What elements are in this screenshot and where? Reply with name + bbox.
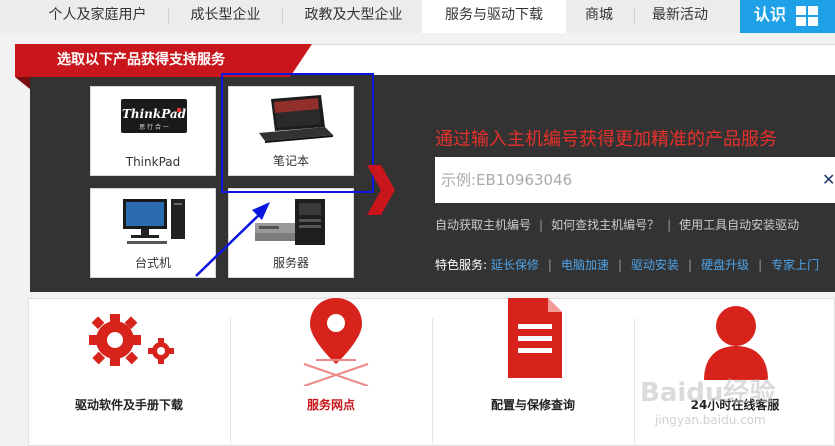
feature-driver-install[interactable]: 驱动安装 bbox=[631, 258, 679, 272]
gears-icon[interactable] bbox=[82, 300, 182, 370]
product-card-thinkpad[interactable]: ThinkPad 思 行 合 一 ThinkPad bbox=[90, 86, 216, 176]
product-card-server[interactable]: 服务器 bbox=[228, 188, 354, 278]
chevron-right-icon bbox=[367, 165, 395, 215]
top-navigation: 个人及家庭用户 成长型企业 政教及大型企业 服务与驱动下载 商城 最新活动 认识 bbox=[0, 0, 835, 33]
windows-icon bbox=[796, 6, 818, 26]
highlight-box bbox=[221, 73, 374, 193]
support-tab-title: 选取以下产品获得支持服务 bbox=[57, 52, 225, 68]
nav-item-enterprise[interactable]: 政教及大型企业 bbox=[286, 0, 421, 33]
nav-divider bbox=[282, 8, 283, 24]
nav-renzheng-label: 认识 bbox=[754, 5, 787, 24]
product-card-label: 台式机 bbox=[134, 256, 171, 270]
product-card-label: ThinkPad bbox=[125, 155, 181, 169]
feature-services: 特色服务: 延长保修 | 电脑加速 | 驱动安装 | 硬盘升级 | 专家上门 bbox=[435, 256, 819, 273]
link-auto-get-serial[interactable]: 自动获取主机编号 bbox=[435, 218, 531, 232]
service-divider bbox=[432, 318, 433, 446]
document-icon[interactable] bbox=[500, 298, 570, 378]
product-card-desktop[interactable]: 台式机 bbox=[90, 188, 216, 278]
link-how-to-find-serial[interactable]: 如何查找主机编号？ bbox=[551, 218, 659, 232]
user-icon[interactable] bbox=[696, 300, 776, 380]
nav-divider bbox=[168, 8, 169, 24]
service-label-warranty-check[interactable]: 配置与保修查询 bbox=[433, 396, 633, 413]
feature-expert-visit[interactable]: 专家上门 bbox=[771, 258, 819, 272]
server-icon bbox=[255, 199, 325, 245]
feature-separator: | bbox=[617, 258, 622, 272]
feature-separator: | bbox=[688, 258, 693, 272]
feature-disk-upgrade[interactable]: 硬盘升级 bbox=[701, 258, 749, 272]
feature-separator: | bbox=[547, 258, 552, 272]
nav-divider bbox=[634, 8, 635, 24]
map-pin-icon[interactable] bbox=[296, 294, 376, 386]
serial-search-box bbox=[435, 157, 835, 203]
feature-pc-speedup[interactable]: 电脑加速 bbox=[561, 258, 609, 272]
help-links: 自动获取主机编号 | 如何查找主机编号？ | 使用工具自动安装驱动 bbox=[435, 216, 799, 233]
link-separator: | bbox=[539, 218, 544, 232]
feature-separator: | bbox=[758, 258, 763, 272]
nav-item-service-drivers[interactable]: 服务与驱动下载 bbox=[422, 0, 566, 33]
feature-extended-warranty[interactable]: 延长保修 bbox=[491, 258, 539, 272]
svg-text:ThinkPad: ThinkPad bbox=[122, 107, 187, 121]
nav-renzheng-button[interactable]: 认识 bbox=[740, 0, 835, 33]
link-auto-install-drivers[interactable]: 使用工具自动安装驱动 bbox=[679, 218, 799, 232]
tab-fold bbox=[15, 77, 30, 89]
serial-number-input[interactable] bbox=[435, 157, 820, 203]
product-card-label: 服务器 bbox=[272, 256, 309, 270]
nav-item-personal[interactable]: 个人及家庭用户 bbox=[30, 0, 165, 33]
baidu-watermark-url: jingyan.baidu.com bbox=[655, 413, 766, 427]
feature-label: 特色服务: bbox=[435, 258, 488, 272]
baidu-watermark: Baidu经验 bbox=[640, 378, 776, 408]
nav-item-latest-events[interactable]: 最新活动 bbox=[636, 0, 724, 33]
service-divider bbox=[230, 318, 231, 446]
service-label-drivers[interactable]: 驱动软件及手册下载 bbox=[29, 396, 229, 413]
service-divider bbox=[634, 318, 635, 446]
nav-item-growth-business[interactable]: 成长型企业 bbox=[172, 0, 279, 33]
service-label-outlets[interactable]: 服务网点 bbox=[231, 396, 431, 413]
panel-heading: 通过输入主机编号获得更加精准的产品服务 bbox=[435, 129, 777, 150]
desktop-icon bbox=[123, 199, 185, 244]
thinkpad-logo-icon: ThinkPad 思 行 合 一 bbox=[121, 99, 187, 133]
clear-icon[interactable]: ✕ bbox=[822, 170, 835, 189]
nav-item-store[interactable]: 商城 bbox=[566, 0, 632, 33]
svg-text:思 行 合 一: 思 行 合 一 bbox=[139, 123, 169, 131]
link-separator: | bbox=[667, 218, 672, 232]
